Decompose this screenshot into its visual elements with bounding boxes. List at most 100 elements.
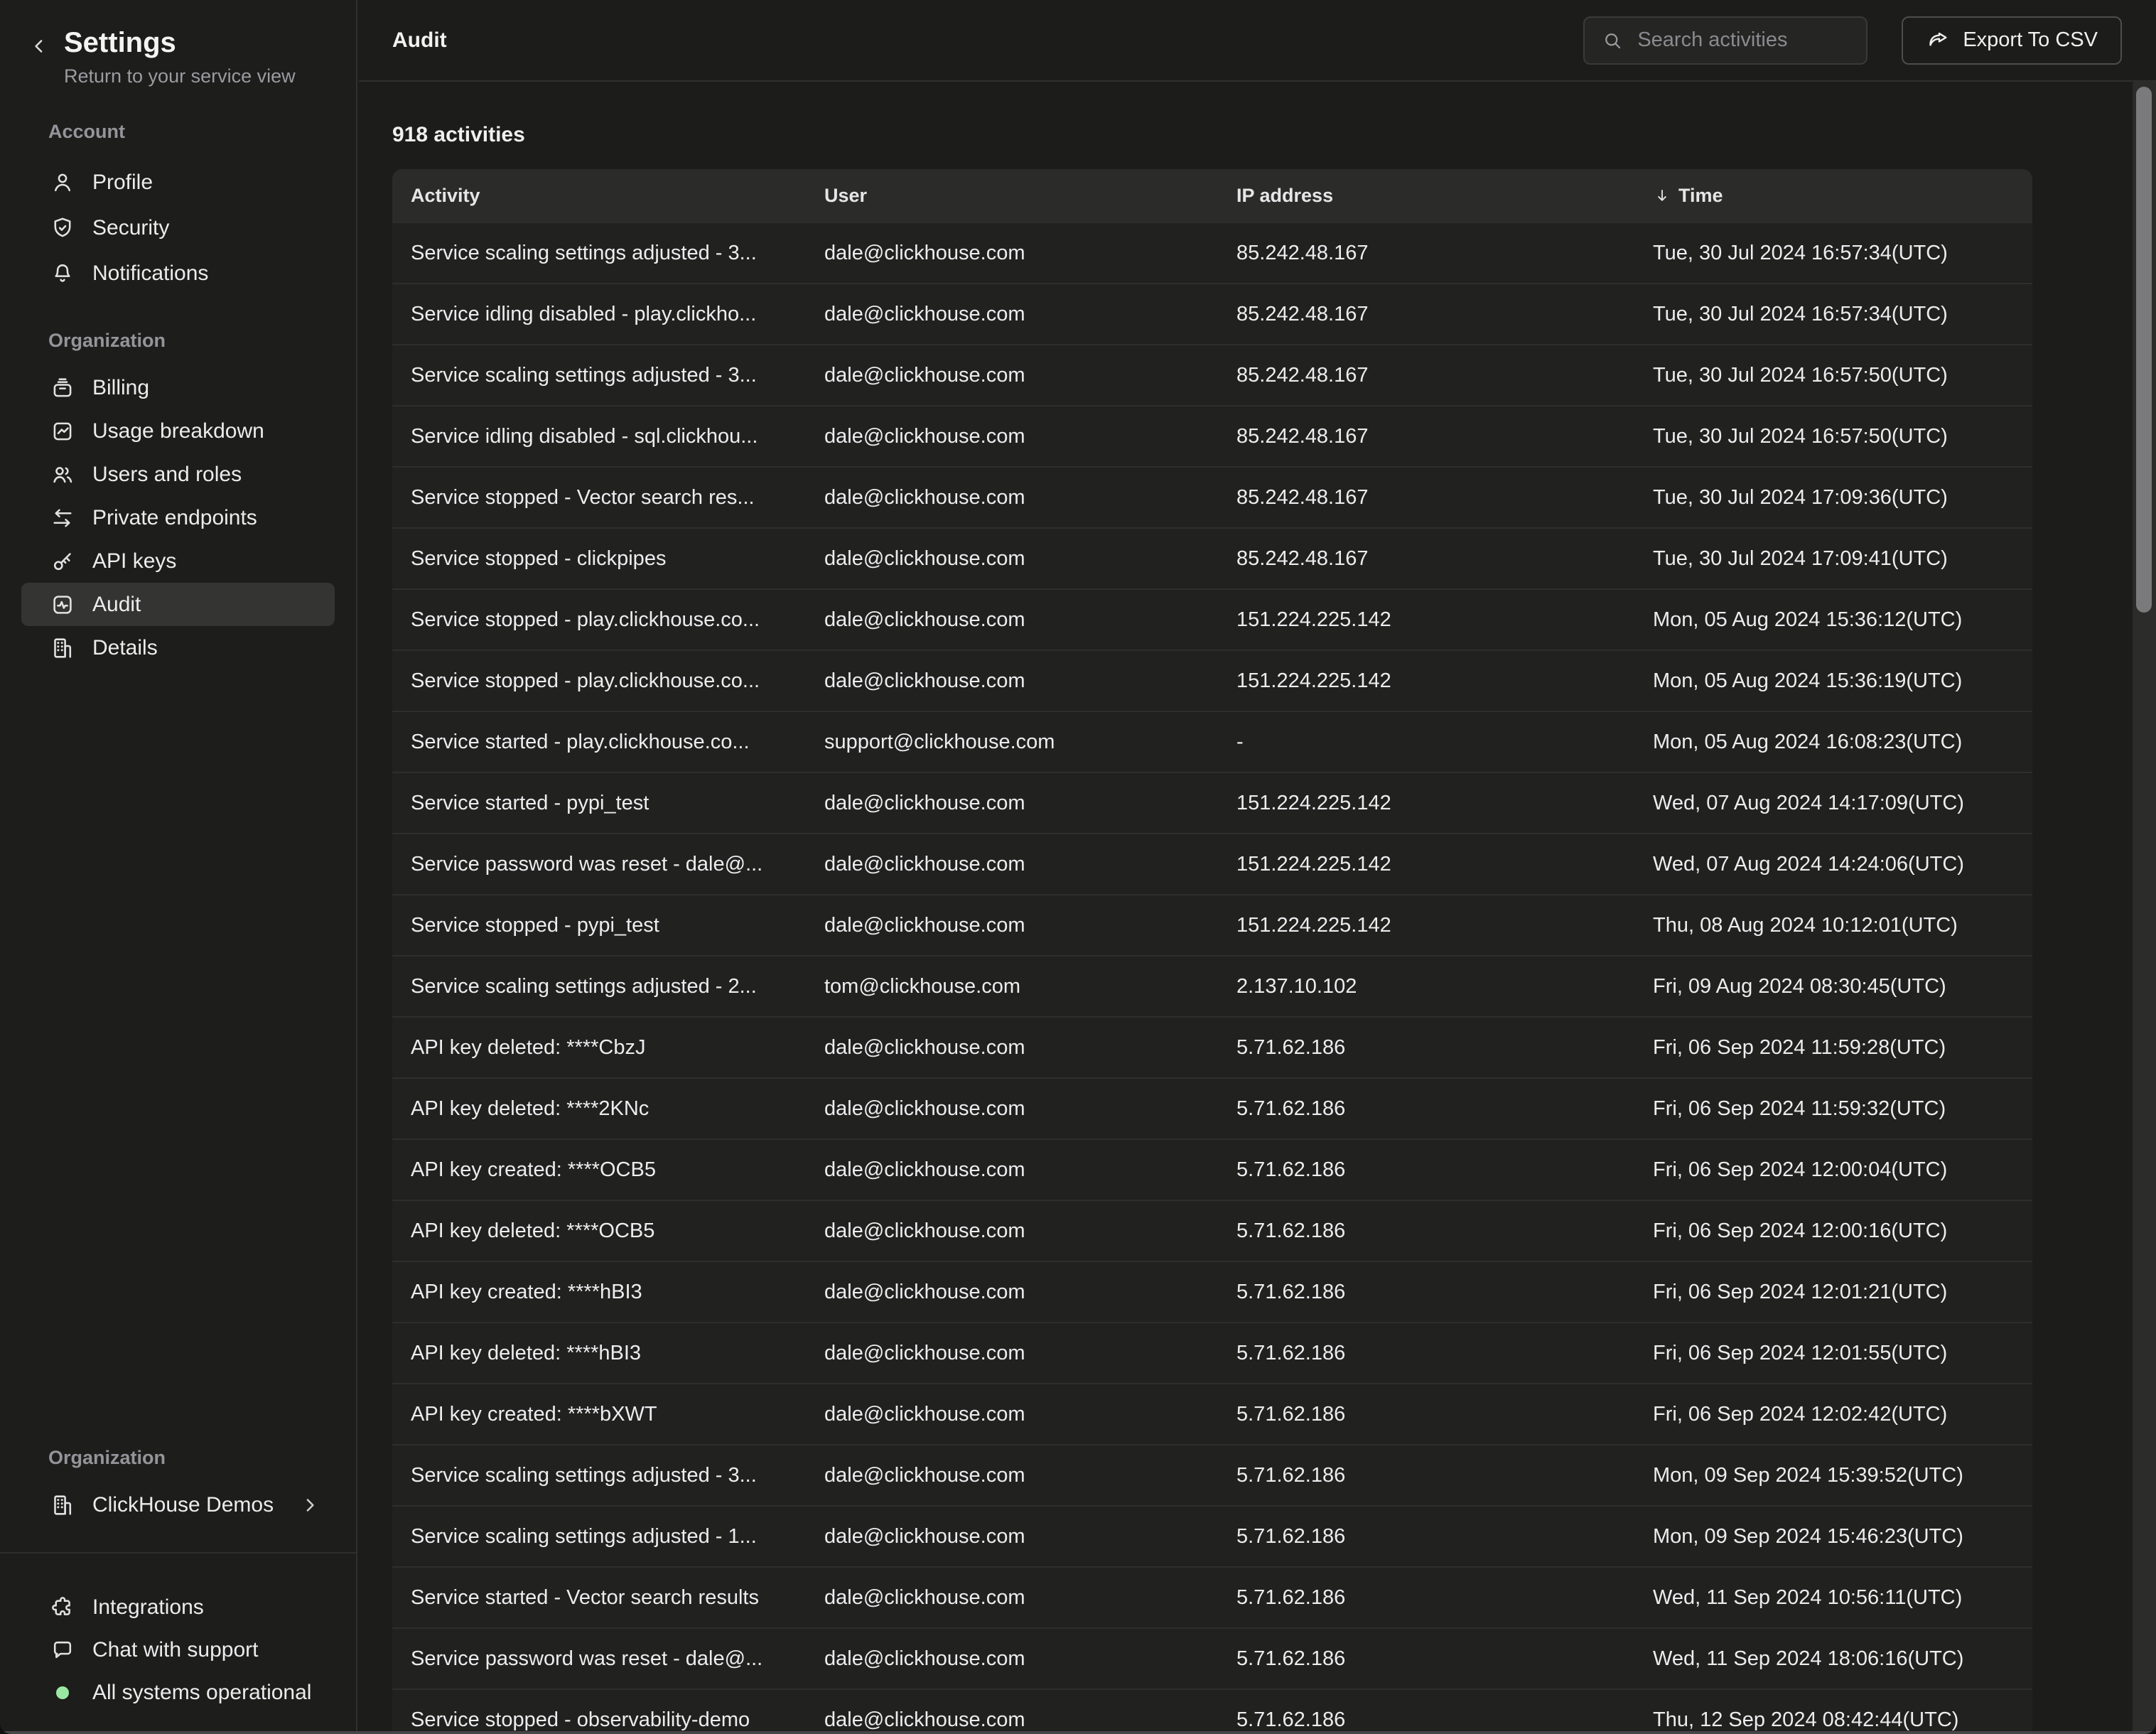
- table-row[interactable]: API key created: ****bXWTdale@clickhouse…: [392, 1383, 2032, 1444]
- table-row[interactable]: API key created: ****hBI3dale@clickhouse…: [392, 1261, 2032, 1322]
- sidebar-item-label: Profile: [92, 171, 153, 195]
- time-cell: Mon, 09 Sep 2024 15:46:23(UTC): [1632, 1525, 2032, 1549]
- time-cell: Tue, 30 Jul 2024 17:09:36(UTC): [1632, 486, 2032, 510]
- building-icon: [50, 635, 75, 661]
- user-cell: dale@clickhouse.com: [803, 1647, 1215, 1671]
- section-label-organization: Organization: [0, 329, 356, 352]
- table-row[interactable]: Service scaling settings adjusted - 1...…: [392, 1505, 2032, 1566]
- column-header-label: Time: [1678, 185, 1723, 207]
- activity-cell: API key deleted: ****hBI3: [392, 1342, 803, 1365]
- topbar: Audit Export To CSV: [359, 0, 2156, 82]
- user-cell: dale@clickhouse.com: [803, 1708, 1215, 1732]
- user-cell: dale@clickhouse.com: [803, 1342, 1215, 1365]
- search-input[interactable]: [1636, 28, 1853, 53]
- ip-cell: 151.224.225.142: [1215, 914, 1632, 937]
- time-cell: Thu, 12 Sep 2024 08:42:44(UTC): [1632, 1708, 2032, 1732]
- table-row[interactable]: Service idling disabled - play.clickho..…: [392, 283, 2032, 344]
- main-area: Audit Export To CSV 918 activities Activ…: [359, 0, 2156, 1734]
- table-row[interactable]: Service stopped - play.clickhouse.co...d…: [392, 588, 2032, 650]
- user-cell: dale@clickhouse.com: [803, 1036, 1215, 1060]
- sidebar-item-notifications[interactable]: Notifications: [21, 251, 335, 296]
- settings-subtitle[interactable]: Return to your service view: [64, 65, 296, 87]
- table-row[interactable]: Service scaling settings adjusted - 3...…: [392, 1444, 2032, 1505]
- sidebar-item-api-keys[interactable]: API keys: [21, 539, 335, 583]
- ip-cell: 5.71.62.186: [1215, 1708, 1632, 1732]
- sidebar-item-audit[interactable]: Audit: [21, 583, 335, 626]
- table-row[interactable]: Service scaling settings adjusted - 3...…: [392, 344, 2032, 405]
- table-row[interactable]: Service stopped - clickpipesdale@clickho…: [392, 527, 2032, 588]
- table-row[interactable]: Service started - pypi_testdale@clickhou…: [392, 772, 2032, 833]
- sidebar-item-label: All systems operational: [92, 1681, 311, 1705]
- table-row[interactable]: Service scaling settings adjusted - 2...…: [392, 955, 2032, 1016]
- search-box[interactable]: [1583, 16, 1867, 65]
- table-row[interactable]: Service password was reset - dale@...dal…: [392, 833, 2032, 894]
- ip-cell: 5.71.62.186: [1215, 1586, 1632, 1610]
- ip-cell: 151.224.225.142: [1215, 792, 1632, 815]
- table-row[interactable]: Service stopped - Vector search res...da…: [392, 466, 2032, 527]
- back-chevron-icon[interactable]: [28, 36, 50, 57]
- sidebar-item-integrations[interactable]: Integrations: [21, 1586, 335, 1629]
- table-row[interactable]: API key deleted: ****2KNcdale@clickhouse…: [392, 1077, 2032, 1138]
- table-row[interactable]: API key deleted: ****OCB5dale@clickhouse…: [392, 1200, 2032, 1261]
- user-cell: dale@clickhouse.com: [803, 1097, 1215, 1121]
- column-header-time[interactable]: Time: [1632, 185, 2032, 207]
- table-row[interactable]: Service password was reset - dale@...dal…: [392, 1627, 2032, 1689]
- sidebar-item-usage-breakdown[interactable]: Usage breakdown: [21, 409, 335, 453]
- time-cell: Fri, 06 Sep 2024 11:59:32(UTC): [1632, 1097, 2032, 1121]
- user-cell: dale@clickhouse.com: [803, 669, 1215, 693]
- sidebar-item-label: Audit: [92, 593, 141, 617]
- activity-cell: API key deleted: ****CbzJ: [392, 1036, 803, 1060]
- table-row[interactable]: Service stopped - pypi_testdale@clickhou…: [392, 894, 2032, 955]
- ip-cell: 5.71.62.186: [1215, 1097, 1632, 1121]
- window-bottom-edge: [0, 1731, 2156, 1734]
- column-header-user[interactable]: User: [803, 185, 1215, 207]
- column-header-label: User: [824, 185, 867, 207]
- table-row[interactable]: API key deleted: ****hBI3dale@clickhouse…: [392, 1322, 2032, 1383]
- export-csv-label: Export To CSV: [1963, 28, 2098, 52]
- table-row[interactable]: Service stopped - observability-demodale…: [392, 1689, 2032, 1734]
- sidebar-item-profile[interactable]: Profile: [21, 160, 335, 205]
- export-csv-button[interactable]: Export To CSV: [1902, 16, 2122, 65]
- activity-cell: Service scaling settings adjusted - 3...: [392, 242, 803, 265]
- ip-cell: 5.71.62.186: [1215, 1036, 1632, 1060]
- sidebar-item-all-systems-operational[interactable]: All systems operational: [21, 1671, 335, 1714]
- organization-section-label: Organization: [48, 1447, 166, 1469]
- sidebar-item-billing[interactable]: Billing: [21, 366, 335, 409]
- table-row[interactable]: Service started - play.clickhouse.co...s…: [392, 711, 2032, 772]
- table-row[interactable]: API key created: ****OCB5dale@clickhouse…: [392, 1138, 2032, 1200]
- user-cell: dale@clickhouse.com: [803, 425, 1215, 448]
- column-header-activity[interactable]: Activity: [392, 185, 803, 207]
- sidebar-item-users-and-roles[interactable]: Users and roles: [21, 453, 335, 496]
- activity-cell: Service started - play.clickhouse.co...: [392, 731, 803, 754]
- sidebar: Settings Return to your service view Acc…: [0, 0, 357, 1734]
- ip-cell: 5.71.62.186: [1215, 1342, 1632, 1365]
- user-cell: dale@clickhouse.com: [803, 1281, 1215, 1304]
- table-row[interactable]: Service scaling settings adjusted - 3...…: [392, 222, 2032, 283]
- ip-cell: 5.71.62.186: [1215, 1403, 1632, 1426]
- sidebar-footer: IntegrationsChat with support All systems…: [0, 1586, 356, 1714]
- sidebar-item-label: Details: [92, 636, 158, 660]
- user-cell: dale@clickhouse.com: [803, 303, 1215, 326]
- time-cell: Mon, 05 Aug 2024 15:36:19(UTC): [1632, 669, 2032, 693]
- sidebar-item-label: Usage breakdown: [92, 419, 264, 443]
- column-header-ip-address[interactable]: IP address: [1215, 185, 1632, 207]
- sidebar-item-chat-with-support[interactable]: Chat with support: [21, 1629, 335, 1671]
- table-row[interactable]: API key deleted: ****CbzJdale@clickhouse…: [392, 1016, 2032, 1077]
- table-row[interactable]: Service idling disabled - sql.clickhou..…: [392, 405, 2032, 466]
- sidebar-item-label: Private endpoints: [92, 506, 257, 530]
- table-row[interactable]: Service started - Vector search resultsd…: [392, 1566, 2032, 1627]
- time-cell: Thu, 08 Aug 2024 10:12:01(UTC): [1632, 914, 2032, 937]
- activity-cell: Service stopped - play.clickhouse.co...: [392, 669, 803, 693]
- vertical-scrollbar-thumb[interactable]: [2136, 87, 2152, 613]
- table-row[interactable]: Service stopped - play.clickhouse.co...d…: [392, 650, 2032, 711]
- sidebar-item-security[interactable]: Security: [21, 205, 335, 251]
- user-cell: support@clickhouse.com: [803, 731, 1215, 754]
- ip-cell: 2.137.10.102: [1215, 975, 1632, 998]
- sidebar-item-clickhouse-demos[interactable]: ClickHouse Demos: [21, 1484, 335, 1526]
- sidebar-item-private-endpoints[interactable]: Private endpoints: [21, 496, 335, 539]
- sidebar-item-details[interactable]: Details: [21, 626, 335, 669]
- user-cell: dale@clickhouse.com: [803, 853, 1215, 876]
- ip-cell: 5.71.62.186: [1215, 1158, 1632, 1182]
- vertical-scrollbar-track[interactable]: [2132, 81, 2156, 1734]
- user-cell: dale@clickhouse.com: [803, 1219, 1215, 1243]
